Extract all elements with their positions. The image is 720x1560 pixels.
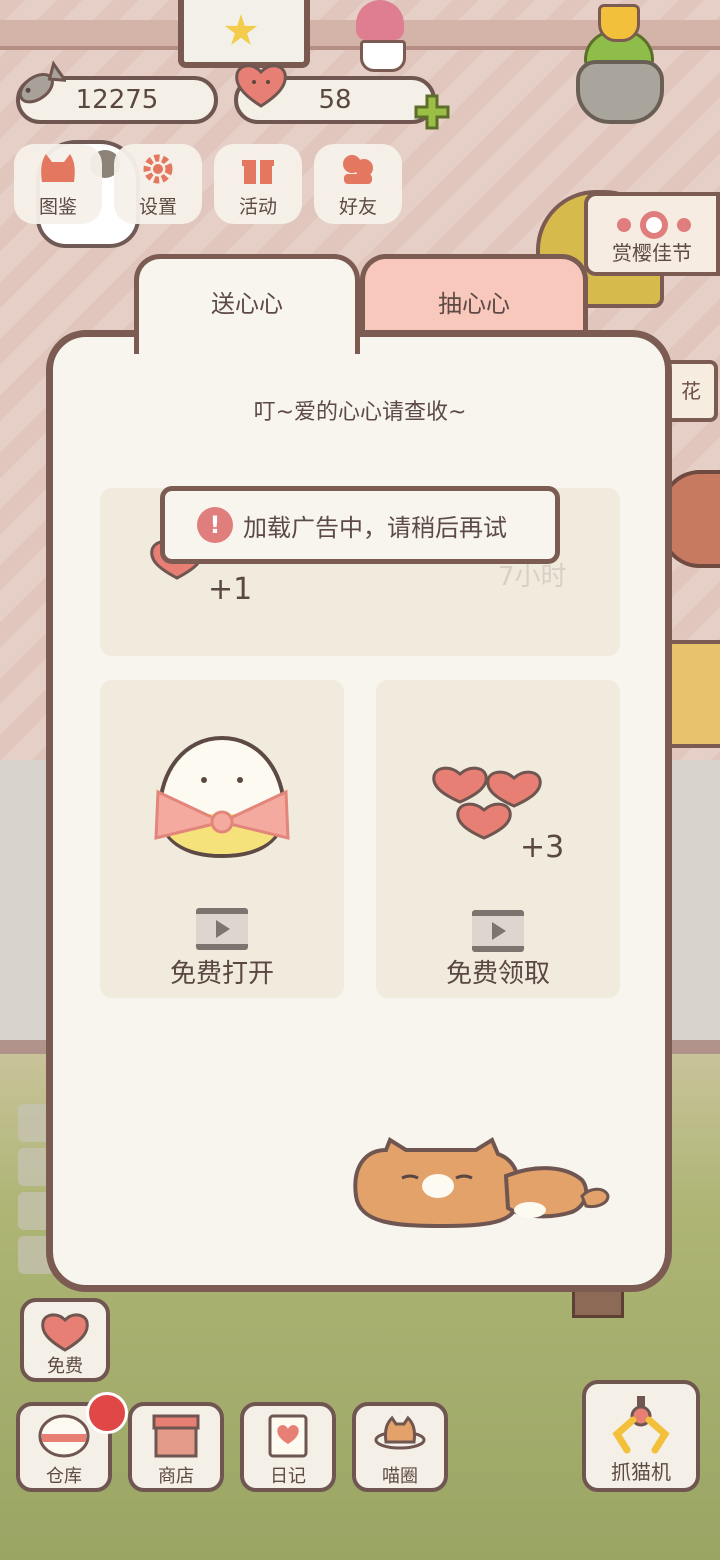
shop-button[interactable]: 商店 bbox=[128, 1402, 224, 1492]
video-icon bbox=[196, 908, 248, 950]
shop-icon bbox=[152, 1414, 200, 1458]
heart-icon bbox=[235, 64, 287, 108]
tab-send-hearts[interactable]: 送心心 bbox=[134, 254, 360, 354]
sleeping-cat-illustration bbox=[353, 1137, 610, 1229]
notification-dot bbox=[86, 1392, 128, 1434]
menu-label: 活动 bbox=[238, 196, 277, 218]
warehouse-label: 仓库 bbox=[46, 1466, 82, 1487]
cherry-festival-sign[interactable]: 赏樱佳节 bbox=[584, 192, 720, 276]
cat-face-icon bbox=[41, 154, 75, 182]
free-claim-card[interactable]: +3 免费领取 bbox=[376, 680, 620, 998]
claw-machine-label: 抓猫机 bbox=[611, 1460, 671, 1484]
gift-icon bbox=[242, 160, 274, 184]
friends-icon bbox=[343, 155, 373, 184]
warehouse-icon bbox=[38, 1414, 90, 1458]
star-icon bbox=[224, 14, 258, 45]
diary-icon bbox=[268, 1414, 308, 1458]
gear-icon bbox=[143, 154, 173, 184]
shop-label: 商店 bbox=[158, 1466, 194, 1487]
free-label: 免费 bbox=[47, 1356, 83, 1377]
warning-icon: ! bbox=[197, 507, 233, 543]
event-label: 赏樱佳节 bbox=[612, 241, 692, 265]
fish-icon bbox=[18, 60, 66, 104]
gift-egg-icon bbox=[154, 735, 290, 859]
menu-label: 设置 bbox=[138, 196, 177, 218]
toast-message: 加载广告中，请稍后再试 bbox=[243, 513, 507, 542]
friends-button[interactable]: 好友 bbox=[314, 144, 402, 224]
cat-circle-button[interactable]: 喵圈 bbox=[352, 1402, 448, 1492]
fish-count: 12275 bbox=[75, 85, 159, 115]
menu-label: 好友 bbox=[338, 196, 377, 218]
diary-label: 日记 bbox=[270, 1466, 306, 1487]
menu-label: 图鉴 bbox=[38, 196, 77, 218]
flower-pot-decoration bbox=[350, 0, 410, 72]
cat-circle-label: 喵圈 bbox=[382, 1466, 418, 1487]
side-panel bbox=[664, 640, 720, 748]
reward-amount: +1 bbox=[208, 572, 253, 607]
free-open-label: 免费打开 bbox=[169, 959, 274, 989]
add-hearts-button[interactable] bbox=[412, 92, 452, 132]
free-hearts-button[interactable]: 免费 bbox=[20, 1298, 110, 1382]
cat-planet-icon bbox=[374, 1415, 426, 1450]
diary-button[interactable]: 日记 bbox=[240, 1402, 336, 1492]
claw-machine-button[interactable]: 抓猫机 bbox=[582, 1380, 700, 1492]
reward-amount: +3 bbox=[520, 830, 565, 865]
loading-ad-toast: ! 加载广告中，请稍后再试 bbox=[160, 486, 560, 564]
heart-icon bbox=[41, 1313, 89, 1352]
video-icon bbox=[472, 910, 524, 952]
collection-button[interactable]: 图鉴 bbox=[14, 144, 102, 224]
tulip-pot-decoration bbox=[574, 0, 664, 124]
heart-count: 58 bbox=[318, 85, 352, 115]
events-button[interactable]: 活动 bbox=[214, 144, 302, 224]
free-claim-label: 免费领取 bbox=[445, 959, 550, 989]
star-poster bbox=[178, 0, 310, 68]
free-open-card[interactable]: 免费打开 bbox=[100, 680, 344, 998]
dialog-title: 叮~爱的心心请查收~ bbox=[253, 400, 467, 425]
claw-icon bbox=[612, 1396, 670, 1454]
settings-button[interactable]: 设置 bbox=[114, 144, 202, 224]
